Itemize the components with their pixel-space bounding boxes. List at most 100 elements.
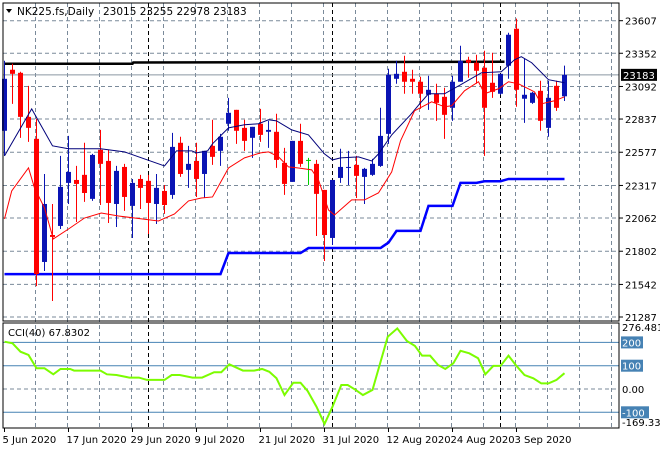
- candle-bullish: [250, 126, 255, 158]
- candle-body: [242, 127, 247, 141]
- candle-bullish: [290, 140, 295, 182]
- candle-bullish: [378, 107, 383, 167]
- candle-bearish: [82, 142, 87, 202]
- candle-bullish: [338, 148, 343, 183]
- candle-bearish: [34, 118, 39, 287]
- candle-body: [106, 160, 111, 203]
- candle-body: [330, 179, 335, 238]
- candle-bullish: [458, 45, 463, 82]
- candle-body: [178, 142, 183, 174]
- candle-body: [266, 129, 271, 132]
- candle-body: [354, 164, 359, 176]
- candle-bearish: [298, 123, 303, 167]
- candle-body: [506, 34, 511, 66]
- candle-body: [474, 62, 479, 71]
- candle-bearish: [106, 149, 111, 224]
- candle-body: [194, 160, 199, 179]
- candle-body: [226, 112, 231, 124]
- candle-body: [394, 73, 399, 79]
- candle-body: [26, 116, 31, 128]
- cci-min-label: -169.336: [622, 418, 660, 429]
- price-label: 22062: [625, 214, 657, 225]
- grid: [3, 3, 619, 428]
- candle-bearish: [434, 83, 439, 121]
- candle-body: [538, 90, 543, 121]
- candle-body: [498, 73, 503, 94]
- candle-bearish: [162, 184, 167, 214]
- date-label: 21 Jul 2020: [259, 435, 316, 446]
- candle-bullish: [562, 65, 567, 102]
- candle-bearish: [138, 174, 143, 209]
- candle-bullish: [530, 91, 535, 104]
- date-label: 24 Aug 2020: [451, 435, 515, 446]
- candle-bearish: [554, 80, 559, 111]
- date-label: 3 Sep 2020: [515, 435, 572, 446]
- candle-bearish: [322, 189, 327, 262]
- candle-body: [58, 186, 63, 226]
- candle-body: [362, 168, 367, 177]
- symbol-title: NK225.fs,Daily: [17, 6, 94, 18]
- candle-bearish: [98, 129, 103, 205]
- candle-body: [82, 174, 87, 193]
- candle-bearish: [258, 108, 263, 142]
- price-label: 22837: [625, 115, 657, 126]
- candle-body: [66, 171, 71, 183]
- candle-bullish: [42, 173, 47, 272]
- cci-level-label: -100: [622, 408, 645, 419]
- candle-bullish: [450, 75, 455, 121]
- cci-level-label: 0.00: [622, 385, 644, 396]
- cci-panel: [3, 326, 619, 427]
- candle-body: [418, 81, 423, 94]
- candle-body: [482, 67, 487, 108]
- ohlc-readout: 23015 23255 22978 23183: [103, 6, 247, 18]
- chart-canvas[interactable]: 23607 23352 23092 22837 22577 22317 22062 21802…: [0, 0, 660, 450]
- candle-body: [154, 187, 159, 204]
- candle-bearish: [474, 54, 479, 84]
- candle-body: [554, 85, 559, 108]
- candle-body: [234, 109, 239, 131]
- candle-body: [386, 74, 391, 134]
- candle-bullish: [226, 97, 231, 131]
- candle-bearish: [410, 69, 415, 94]
- candle-bullish: [498, 73, 503, 95]
- candle-bearish: [442, 87, 447, 139]
- cci-label: CCI(40) 67.8302: [8, 328, 90, 339]
- candle-bullish: [130, 178, 135, 238]
- cci-level-label: 100: [622, 362, 641, 373]
- candle-body: [522, 94, 527, 99]
- candle-bullish: [218, 133, 223, 166]
- candle-body: [450, 81, 455, 108]
- candle-bullish: [522, 58, 527, 123]
- candle-body: [146, 180, 151, 203]
- candle-bullish: [546, 80, 551, 137]
- candle-bearish: [178, 136, 183, 177]
- date-label: 12 Aug 2020: [387, 435, 451, 446]
- candle-body: [410, 78, 415, 82]
- triangle-down-icon[interactable]: [6, 9, 12, 13]
- candle-body: [186, 163, 191, 170]
- candle-body: [122, 166, 127, 197]
- candle-bearish: [418, 76, 423, 109]
- candle-body: [98, 149, 103, 164]
- price-label: 22577: [625, 148, 657, 159]
- candle-doji: [306, 157, 311, 185]
- candle-body: [162, 190, 167, 205]
- candle-body: [90, 154, 95, 199]
- candle-body: [530, 92, 535, 103]
- ma-overlays: [4, 56, 565, 240]
- candle-bearish: [10, 63, 15, 104]
- candle-bullish: [154, 173, 159, 225]
- candle-bullish: [58, 155, 63, 230]
- candle-body: [298, 140, 303, 164]
- price-label: 22317: [625, 181, 657, 192]
- date-label: 17 Jun 2020: [67, 435, 127, 446]
- candle-bearish: [354, 155, 359, 198]
- candle-body: [114, 170, 119, 204]
- candle-body: [130, 182, 135, 206]
- candle-body: [290, 140, 295, 182]
- candle-bullish: [266, 120, 271, 148]
- candle-bearish: [482, 50, 487, 156]
- candle-body: [434, 93, 439, 103]
- date-label: 5 Jun 2020: [3, 435, 57, 446]
- candle-body: [10, 69, 15, 74]
